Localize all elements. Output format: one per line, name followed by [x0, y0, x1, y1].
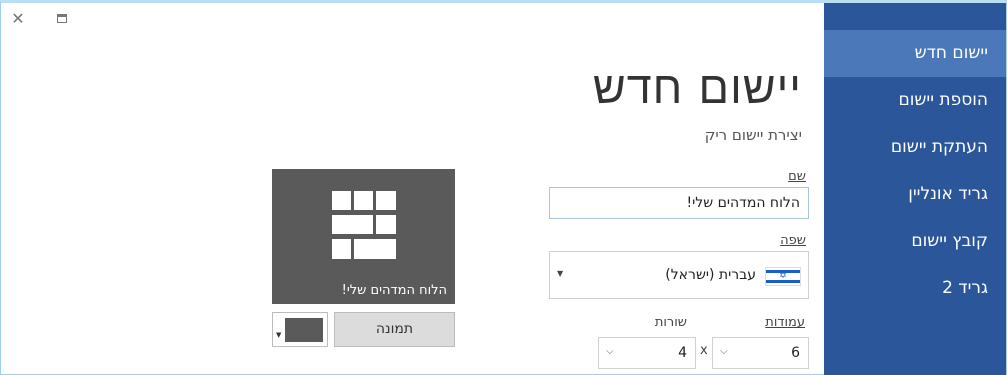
sidebar-item-new-app[interactable]: יישום חדש [824, 30, 1006, 77]
chevron-down-icon: ⌵ [720, 346, 728, 357]
maximize-icon[interactable] [54, 11, 70, 27]
name-field[interactable]: הלוח המדהים שלי! [549, 187, 809, 219]
page-subtitle: יצירת יישום ריק [704, 126, 802, 144]
dropdown-arrow-icon: ▼ [557, 269, 564, 278]
columns-value: 6 [791, 345, 800, 361]
sidebar-item-add-app[interactable]: הוספת יישום [824, 77, 1006, 124]
tile-color-picker[interactable]: ▼ [272, 312, 328, 347]
israel-flag-icon: ✡ [765, 267, 801, 286]
sidebar-item-grid-2[interactable]: גריד 2 [824, 265, 1006, 312]
sidebar-item-app-file[interactable]: קובץ יישום [824, 218, 1006, 265]
app-window: ✕ יישום חדש הוספת יישום העתקת יישום גריד… [0, 0, 1007, 375]
grid-tiles-icon [332, 191, 396, 259]
image-button[interactable]: תמונה [334, 312, 455, 347]
dropdown-arrow-icon: ▼ [276, 331, 282, 339]
language-value: עברית (ישראל) [665, 267, 756, 283]
sidebar-item-copy-app[interactable]: העתקת יישום [824, 124, 1006, 171]
close-icon[interactable]: ✕ [10, 11, 26, 27]
chevron-down-icon: ⌵ [606, 346, 614, 357]
rows-value: 4 [678, 345, 687, 361]
tile-caption: הלוח המדהים שלי! [341, 283, 447, 298]
columns-select[interactable]: 6 ⌵ [712, 337, 809, 369]
rows-select[interactable]: 4 ⌵ [598, 337, 696, 369]
page-title: יישום חדש [592, 61, 802, 114]
name-label: שם [788, 169, 806, 184]
rows-label: שורות [654, 315, 687, 330]
columns-label: עמודות [765, 315, 805, 330]
color-swatch [285, 318, 323, 342]
sidebar-item-grid-online[interactable]: גריד אונליין [824, 171, 1006, 218]
language-label: שפה [780, 233, 806, 248]
times-sign: x [700, 343, 708, 358]
language-select[interactable]: ✡ עברית (ישראל) ▼ [549, 251, 809, 299]
sidebar: יישום חדש הוספת יישום העתקת יישום גריד א… [824, 3, 1006, 375]
app-preview-tile: הלוח המדהים שלי! [272, 169, 455, 304]
